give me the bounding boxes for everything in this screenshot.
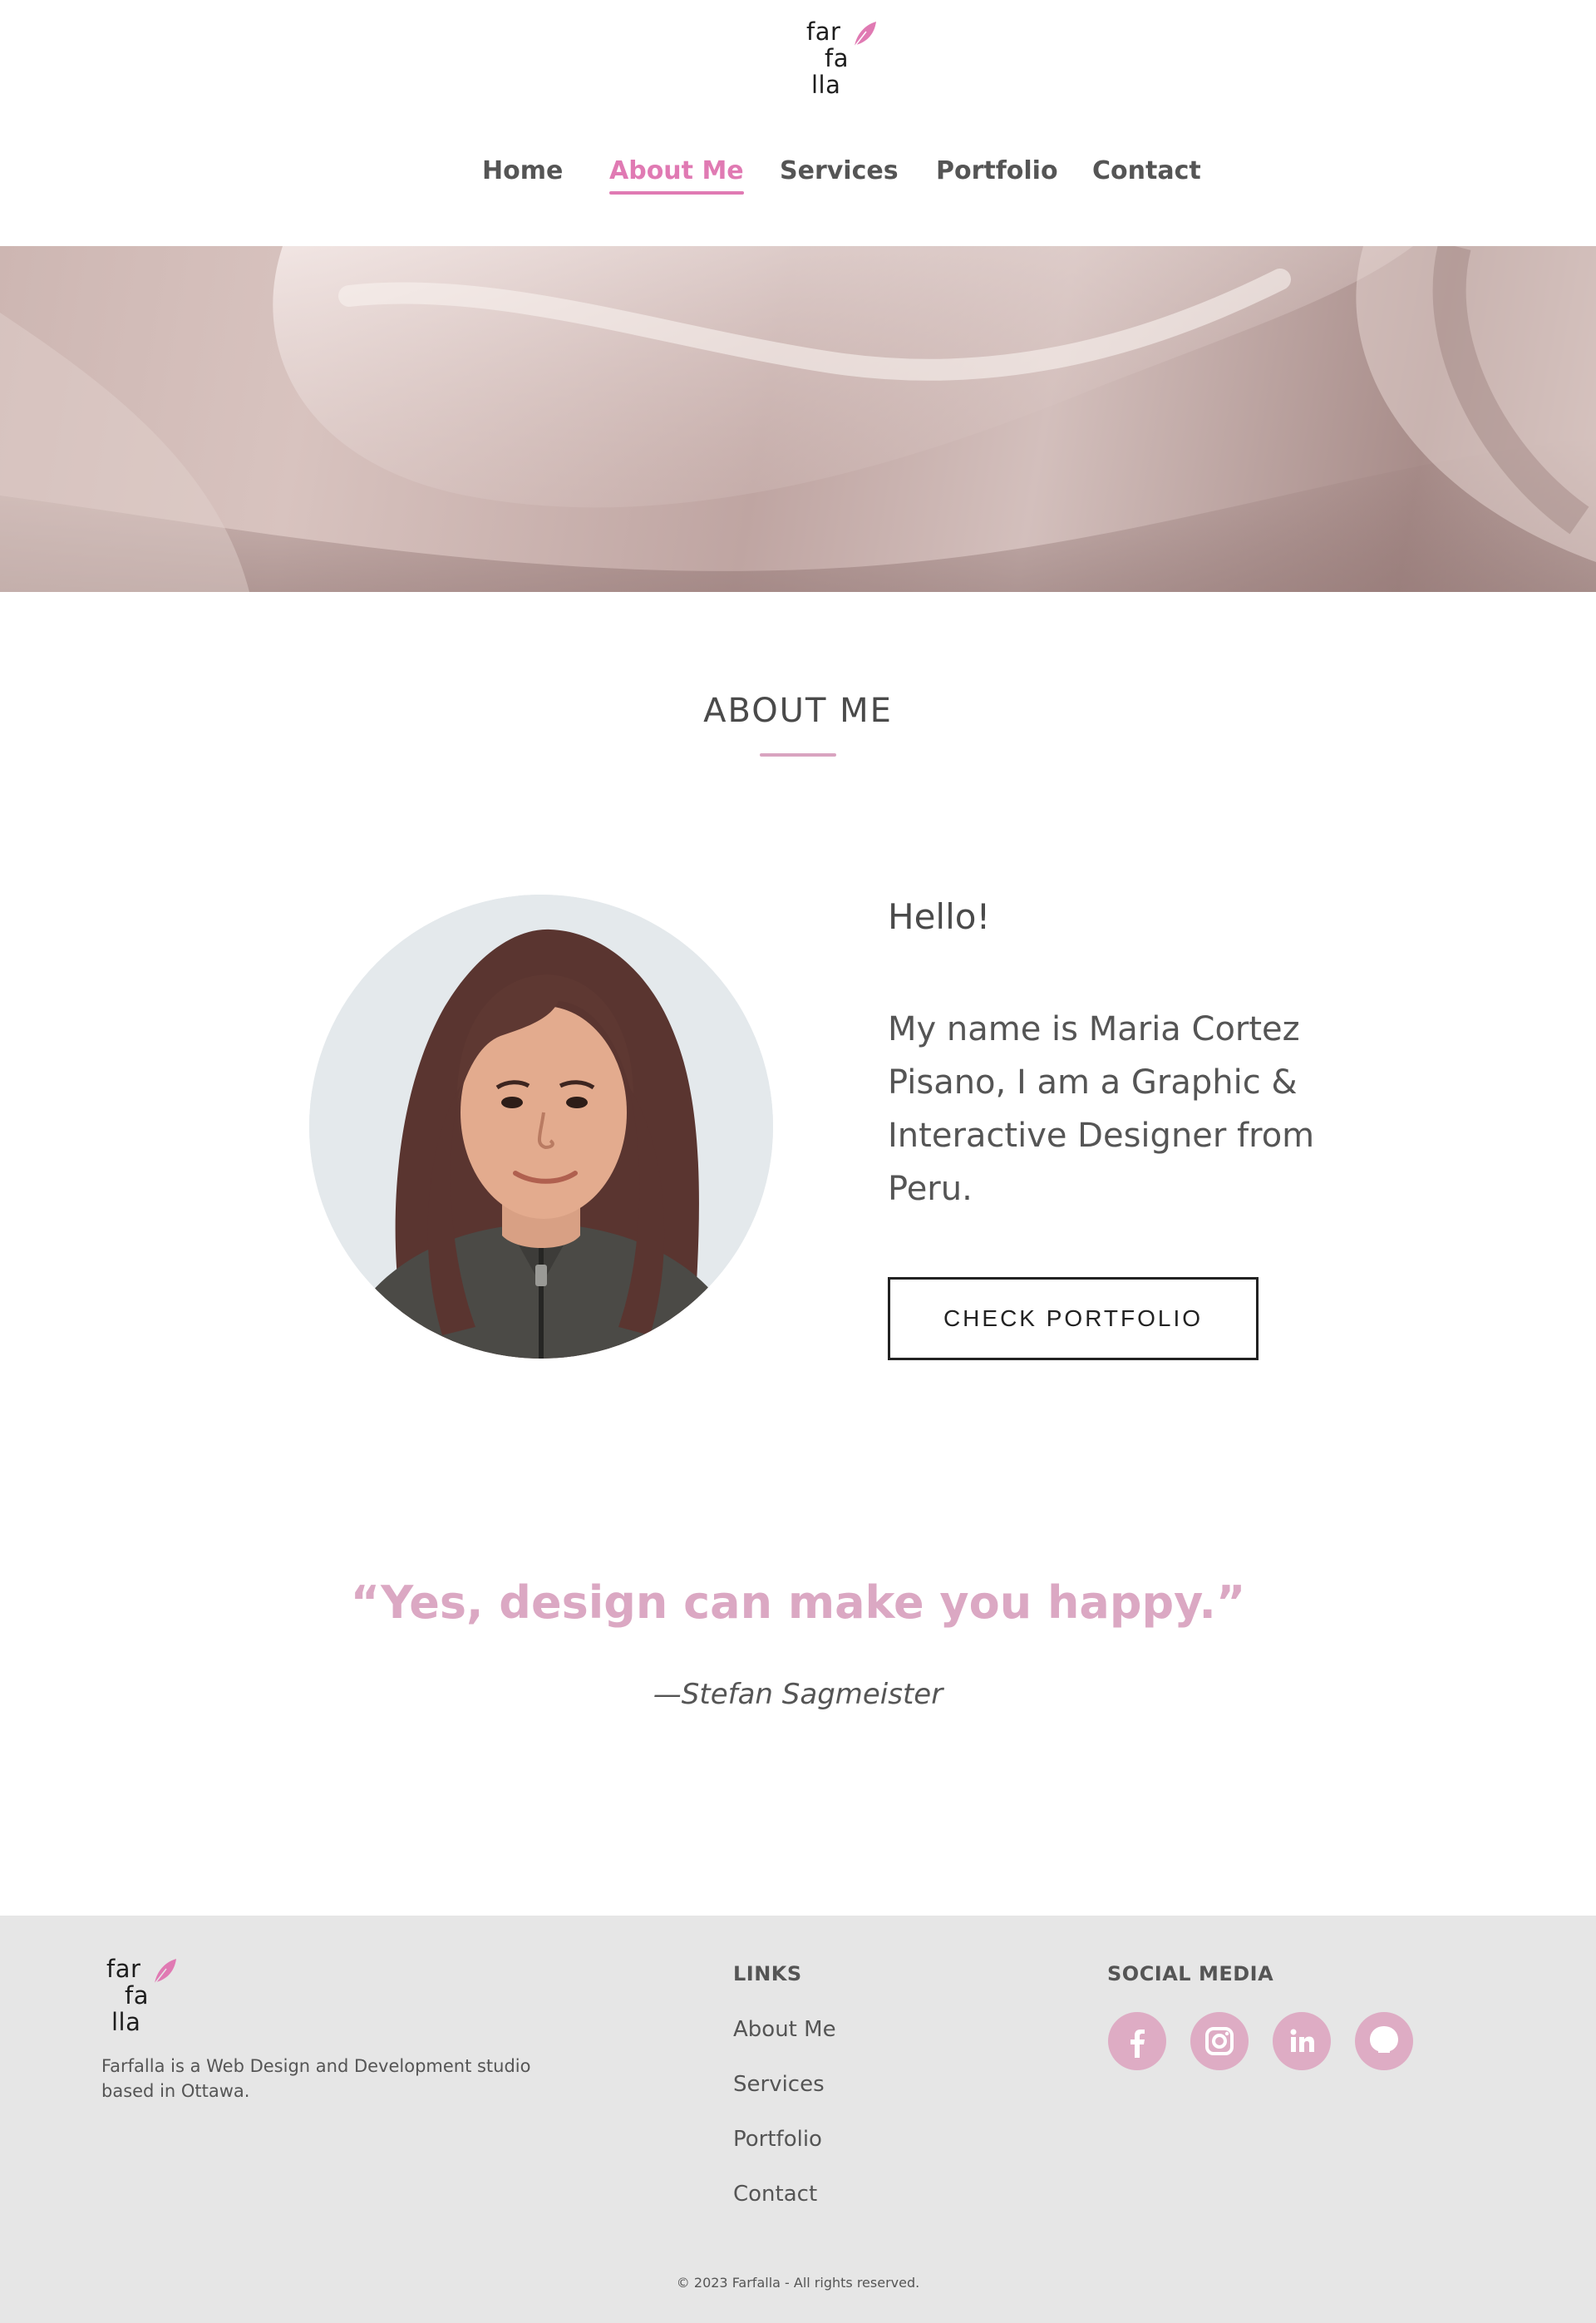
footer-link-contact[interactable]: Contact xyxy=(733,2182,817,2207)
linkedin-icon xyxy=(1290,2029,1314,2052)
logo-text-line-1: far xyxy=(806,17,841,46)
main-nav: Home About Me Services Portfolio Contact xyxy=(0,156,1596,198)
github-icon xyxy=(1370,2026,1398,2059)
silk-fabric-image xyxy=(0,246,1596,592)
logo-text-line-3: lla xyxy=(811,71,841,99)
logo-text-line-2: fa xyxy=(825,44,849,72)
copyright-text: © 2023 Farfalla - All rights reserved. xyxy=(676,2275,920,2291)
section-title: ABOUT ME xyxy=(703,692,893,730)
greeting-heading: Hello! xyxy=(888,896,991,937)
footer-butterfly-wing-icon xyxy=(154,1959,176,1985)
footer-logo[interactable]: far fa lla xyxy=(101,1956,185,2039)
footer-links-heading: LINKS xyxy=(733,1962,802,1985)
nav-active-underline xyxy=(609,191,744,195)
footer-social-heading: SOCIAL MEDIA xyxy=(1107,1962,1274,1985)
nav-portfolio[interactable]: Portfolio xyxy=(936,156,1058,185)
butterfly-wing-icon xyxy=(854,22,876,47)
site-logo[interactable]: far fa lla xyxy=(801,18,884,101)
profile-photo xyxy=(309,895,773,1359)
facebook-icon xyxy=(1130,2030,1145,2058)
footer-logo-line-2: fa xyxy=(125,1981,149,2010)
footer-description: Farfalla is a Web Design and Development… xyxy=(101,2056,531,2101)
instagram-icon xyxy=(1205,2027,1234,2055)
hero-silk-banner xyxy=(0,246,1596,592)
section-title-underline xyxy=(760,753,836,757)
instagram-link[interactable] xyxy=(1190,2012,1249,2070)
footer-link-portfolio[interactable]: Portfolio xyxy=(733,2127,822,2152)
linkedin-link[interactable] xyxy=(1273,2012,1331,2070)
nav-home[interactable]: Home xyxy=(482,156,563,185)
portrait-illustration xyxy=(309,895,773,1359)
footer-link-about-me[interactable]: About Me xyxy=(733,2017,836,2042)
github-link[interactable] xyxy=(1355,2012,1413,2070)
footer-logo-line-1: far xyxy=(106,1955,141,1983)
check-portfolio-button[interactable]: CHECK PORTFOLIO xyxy=(888,1277,1259,1360)
bio-text: My name is Maria Cortez Pisano, I am a G… xyxy=(888,1010,1315,1208)
quote-author: —Stefan Sagmeister xyxy=(653,1678,943,1711)
facebook-link[interactable] xyxy=(1108,2012,1166,2070)
footer-link-services[interactable]: Services xyxy=(733,2072,825,2097)
nav-about-me[interactable]: About Me xyxy=(609,156,744,195)
nav-contact[interactable]: Contact xyxy=(1092,156,1201,185)
nav-services[interactable]: Services xyxy=(780,156,899,185)
footer-logo-line-3: lla xyxy=(111,2008,141,2036)
quote-text: “Yes, design can make you happy.” xyxy=(350,1576,1246,1629)
